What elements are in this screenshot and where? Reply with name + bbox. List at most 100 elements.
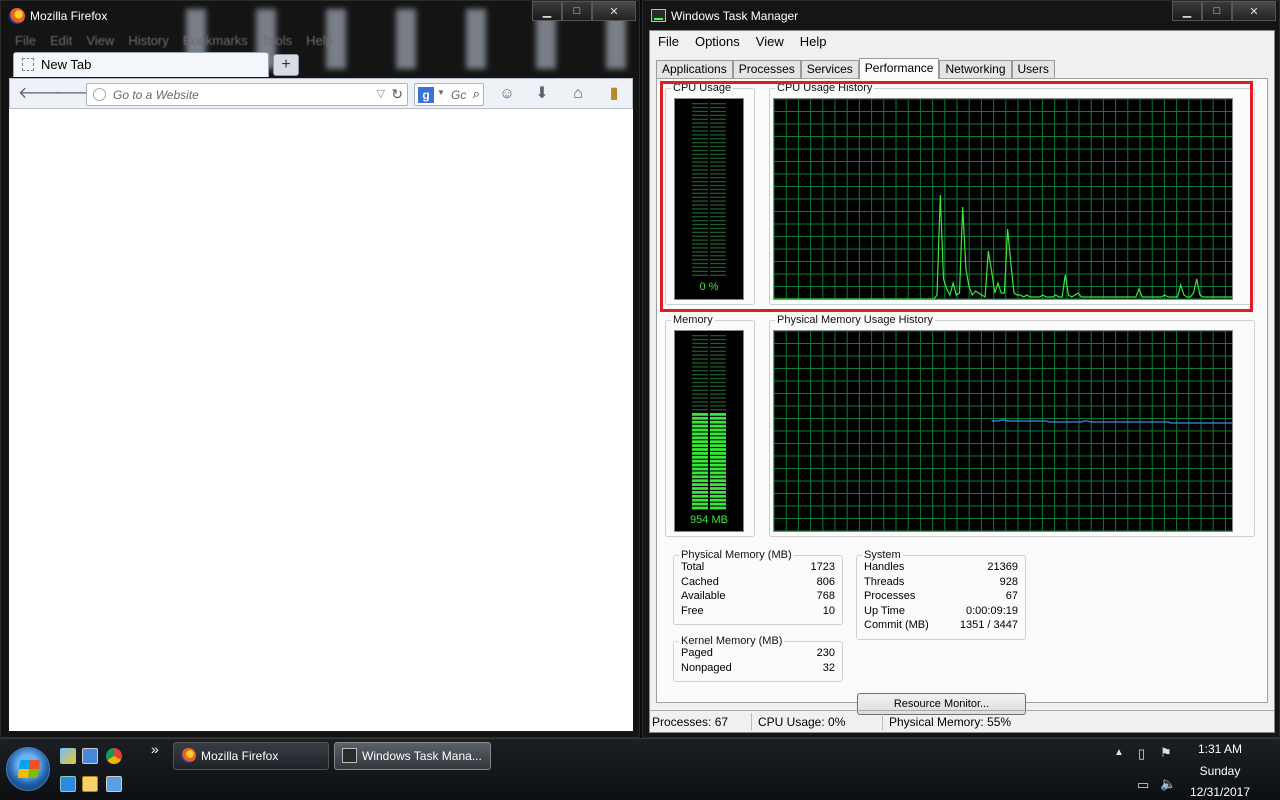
meter-bar-dim (710, 142, 726, 144)
meter-bar-dim (692, 354, 708, 356)
meter-bar-lit (692, 506, 708, 510)
menu-help[interactable]: Help (306, 33, 333, 48)
menu-file[interactable]: File (658, 34, 679, 53)
battery-icon[interactable]: ▯ (1138, 746, 1145, 762)
close-button[interactable]: ✕ (592, 1, 636, 21)
cpu-history-graph (773, 98, 1233, 300)
download-icon[interactable]: ⬇ (532, 84, 552, 104)
start-button[interactable] (6, 747, 50, 791)
meter-bar-dim (692, 192, 708, 194)
menu-file[interactable]: File (15, 33, 36, 48)
meter-bar-dim (692, 204, 708, 206)
meter-bar-dim (692, 118, 708, 120)
menu-bookmarks[interactable]: Bookmarks (183, 33, 248, 48)
tab-new-tab[interactable]: New Tab (13, 52, 269, 77)
meter-bar-lit (710, 448, 726, 451)
search-engine-dropdown-icon[interactable]: ▼ (437, 88, 445, 97)
url-placeholder: Go to a Website (113, 88, 199, 102)
search-input[interactable]: g ▼ Gc ⌕ (414, 83, 484, 106)
meter-bar-dim (710, 122, 726, 124)
meter-bar-dim (710, 377, 726, 380)
maximize-button[interactable]: □ (562, 1, 592, 21)
stat-key: Threads (864, 576, 905, 588)
stat-row-commit: Commit (MB) 1351 / 3447 (864, 619, 1018, 634)
back-icon[interactable]: 🡐 (18, 84, 61, 104)
clock-day[interactable]: Sunday (1180, 764, 1260, 778)
menu-tools[interactable]: Tools (262, 33, 292, 48)
meter-bar-dim (692, 200, 708, 202)
tab-processes[interactable]: Processes (732, 60, 801, 79)
stat-key: Up Time (864, 605, 905, 617)
meter-bar-dim (710, 346, 726, 348)
chrome-icon[interactable] (106, 748, 122, 764)
meter-bar-lit (710, 428, 726, 432)
stat-key: Processes (864, 590, 916, 602)
taskbar-taskmgr-button[interactable]: Windows Task Mana... (334, 742, 491, 770)
display-icon[interactable] (106, 776, 122, 792)
meter-bar-dim (710, 161, 726, 163)
firefox-menubar: File Edit View History Bookmarks Tools H… (15, 33, 333, 48)
volume-icon[interactable]: 🔈 (1160, 776, 1176, 792)
bookmarks-icon[interactable]: ▮ (604, 84, 624, 104)
meter-bar-dim (692, 247, 708, 249)
teamviewer-icon[interactable] (60, 776, 76, 792)
network-shortcut-icon[interactable] (60, 748, 76, 764)
menu-view[interactable]: View (86, 33, 114, 48)
tab-performance[interactable]: Performance (858, 58, 940, 79)
forward-icon[interactable]: 🡒 (54, 84, 97, 104)
taskmgr-titlebar[interactable]: Windows Task Manager (643, 1, 1163, 29)
cpu-history-group: CPU Usage History (769, 82, 1255, 305)
menu-edit[interactable]: Edit (50, 33, 72, 48)
tray-expand-icon[interactable]: ▲ (1114, 747, 1124, 758)
taskbar-firefox-button[interactable]: Mozilla Firefox (173, 742, 329, 770)
taskmgr-window-controls: ▁ □ ✕ (1172, 1, 1276, 21)
firefox-icon (181, 748, 196, 763)
url-dropdown-icon[interactable]: ▽ (377, 87, 385, 100)
new-tab-button[interactable]: + (273, 54, 299, 76)
url-input[interactable]: Go to a Website ▽ ↻ (86, 83, 408, 106)
clock-time[interactable]: 1:31 AM (1180, 742, 1260, 756)
tab-services[interactable]: Services (800, 60, 859, 79)
network-icon[interactable]: ▭ (1137, 777, 1149, 793)
overflow-chevron-icon[interactable]: » (151, 741, 159, 757)
meter-bar-dim (710, 106, 726, 109)
meter-bar-dim (710, 145, 726, 148)
minimize-button[interactable]: ▁ (1172, 1, 1202, 21)
menu-view[interactable]: View (756, 34, 784, 53)
remote-desktop-icon[interactable] (82, 748, 98, 764)
maximize-button[interactable]: □ (1202, 1, 1232, 21)
tab-applications[interactable]: Applications (656, 60, 733, 79)
minimize-button[interactable]: ▁ (532, 1, 562, 21)
close-button[interactable]: ✕ (1232, 1, 1276, 21)
stat-value: 10 (822, 605, 835, 617)
meter-bar-dim (692, 362, 708, 364)
memory-meter-bars (692, 335, 726, 510)
reload-icon[interactable]: ↻ (391, 86, 403, 103)
page-content[interactable] (9, 109, 633, 731)
meter-bar-lit (692, 440, 708, 444)
stat-key: Commit (MB) (864, 619, 929, 631)
google-icon[interactable]: g (418, 87, 434, 103)
menu-help[interactable]: Help (800, 34, 827, 53)
meter-bar-dim (692, 342, 708, 345)
meter-bar-dim (692, 114, 708, 116)
addon-icon[interactable]: ☺ (497, 84, 517, 104)
search-icon[interactable]: ⌕ (473, 86, 480, 102)
performance-panel: CPU Usage 0 % CPU Usage History Memory 9… (656, 78, 1268, 715)
meter-bar-dim (710, 223, 726, 226)
clock-date[interactable]: 12/31/2017 (1180, 785, 1260, 799)
meter-bar-lit (692, 479, 708, 483)
tab-users[interactable]: Users (1011, 60, 1055, 79)
menu-history[interactable]: History (128, 33, 168, 48)
menu-options[interactable]: Options (695, 34, 740, 53)
meter-bar-dim (710, 165, 726, 167)
word-icon[interactable] (82, 776, 98, 792)
stat-value: 1723 (810, 561, 835, 573)
meter-bar-dim (710, 212, 726, 214)
memory-history-label: Physical Memory Usage History (777, 314, 933, 326)
tab-networking[interactable]: Networking (939, 60, 1012, 79)
meter-bar-lit (692, 483, 708, 486)
home-icon[interactable]: ⌂ (568, 84, 588, 104)
flag-icon[interactable]: ⚑ (1160, 745, 1172, 761)
meter-bar-lit (692, 420, 708, 424)
